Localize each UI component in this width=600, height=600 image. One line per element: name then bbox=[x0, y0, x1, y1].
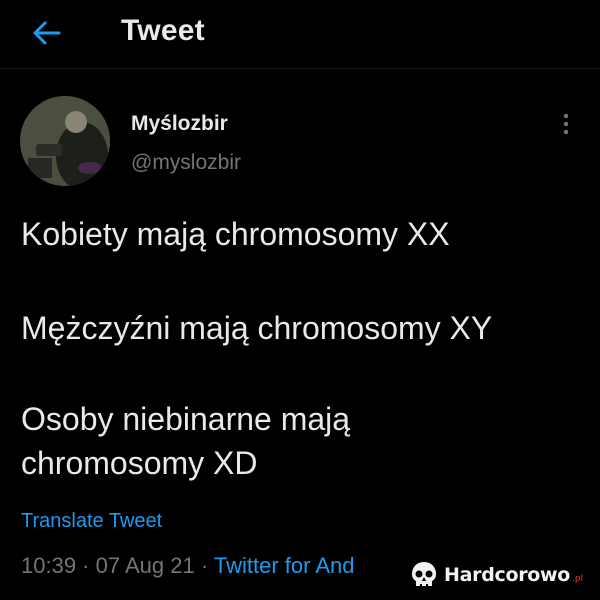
tweet-text-line-3: Osoby niebinarne mają chromosomy XD bbox=[21, 397, 581, 485]
tweet-date: 07 Aug 21 bbox=[95, 553, 195, 578]
watermark: Hardcorowo .pl bbox=[408, 552, 598, 598]
more-vertical-icon bbox=[563, 113, 569, 135]
tweet-text-line-3a: Osoby niebinarne mają bbox=[21, 401, 351, 437]
author-name[interactable]: Myślozbir bbox=[131, 112, 228, 136]
skull-icon bbox=[412, 562, 436, 586]
tweet-meta: 10:39 · 07 Aug 21 · Twitter for And bbox=[21, 553, 355, 579]
tweet-text-line-2: Mężczyźni mają chromosomy XY bbox=[21, 310, 493, 346]
watermark-brand: Hardcorowo bbox=[444, 564, 571, 586]
watermark-suffix: .pl bbox=[572, 574, 584, 584]
page-title: Tweet bbox=[121, 14, 205, 47]
app-header: Tweet bbox=[0, 0, 600, 69]
more-options-button[interactable] bbox=[556, 110, 576, 138]
meta-separator: · bbox=[194, 553, 214, 578]
arrow-left-icon bbox=[33, 21, 61, 45]
author-handle[interactable]: @myslozbir bbox=[131, 151, 241, 175]
tweet-source-link[interactable]: Twitter for And bbox=[214, 553, 355, 578]
tweet-time: 10:39 bbox=[21, 553, 77, 578]
back-button[interactable] bbox=[30, 18, 64, 48]
translate-tweet-link[interactable]: Translate Tweet bbox=[21, 510, 162, 533]
avatar-photo bbox=[20, 96, 110, 186]
tweet-text-line-3b: chromosomy XD bbox=[21, 445, 258, 481]
meta-separator: · bbox=[76, 553, 96, 578]
avatar[interactable] bbox=[20, 96, 110, 186]
tweet-text-line-1: Kobiety mają chromosomy XX bbox=[21, 216, 450, 252]
